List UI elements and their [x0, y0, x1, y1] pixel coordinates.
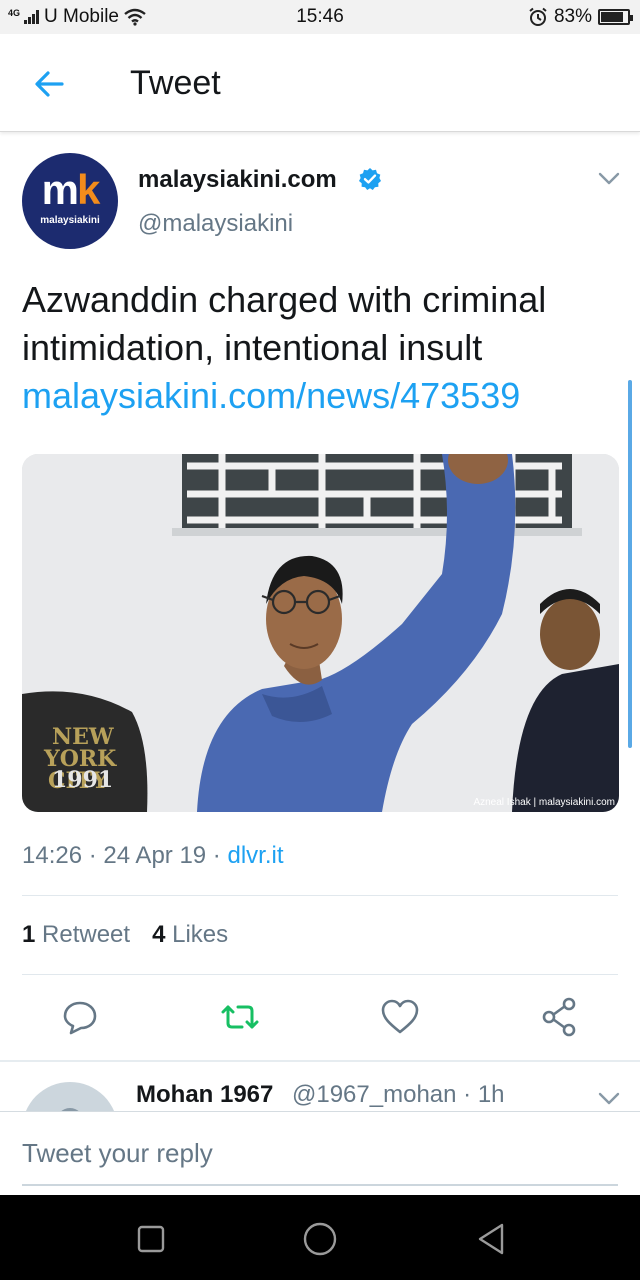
photo-illustration: NEW YORK CITY 1991: [22, 454, 619, 812]
reply-meta: @1967_mohan · 1h: [292, 1081, 505, 1108]
retweet-icon: [221, 1005, 259, 1029]
recents-button[interactable]: [129, 1217, 173, 1261]
tweet-stats: 1 Retweet 4 Likes: [22, 921, 228, 949]
page-title: Tweet: [130, 64, 221, 102]
top-app-bar: Tweet: [0, 34, 640, 132]
share-button[interactable]: [538, 995, 582, 1039]
photo-credit: Azneal Ishak | malaysiakini.com: [473, 797, 615, 808]
reply-composer: Tweet your reply: [0, 1111, 640, 1195]
divider: [22, 895, 618, 896]
tweet-text: Azwanddin charged with criminal intimida…: [22, 279, 547, 368]
retweets-count: 1: [22, 921, 36, 948]
triangle-back-icon: [478, 1223, 504, 1255]
avatar-logo-text: malaysiakini: [40, 215, 100, 226]
author-handle[interactable]: @malaysiakini: [138, 210, 293, 238]
tweet-photo[interactable]: NEW YORK CITY 1991 Azneal Ishak | malays…: [22, 454, 619, 812]
reply-author-name[interactable]: Mohan 1967: [136, 1081, 273, 1109]
scrollbar[interactable]: [628, 380, 632, 748]
battery-percent: 83%: [553, 6, 592, 27]
reply-button[interactable]: [58, 995, 102, 1039]
verified-badge-icon: [359, 168, 381, 190]
system-nav-bar: [0, 1195, 640, 1280]
reply-author-handle[interactable]: @1967_mohan: [292, 1081, 456, 1108]
battery-icon: [598, 9, 633, 25]
input-underline: [22, 1184, 618, 1186]
arrow-left-icon: [35, 71, 64, 97]
tweet-date: 24 Apr 19: [103, 842, 207, 869]
tweet-link[interactable]: malaysiakini.com/news/473539: [22, 372, 520, 420]
tweet-source-link[interactable]: dlvr.it: [227, 842, 283, 869]
retweets-label: Retweet: [42, 921, 131, 948]
avatar-logo: mk: [41, 166, 101, 213]
likes-stat[interactable]: 4 Likes: [152, 921, 228, 949]
alarm-icon: [529, 7, 547, 26]
reply-age: 1h: [477, 1081, 505, 1108]
author-avatar[interactable]: mk malaysiakini: [22, 153, 118, 249]
square-icon: [137, 1225, 165, 1253]
author-name[interactable]: malaysiakini.com: [138, 166, 337, 194]
chevron-down-icon[interactable]: [598, 172, 620, 186]
retweets-stat[interactable]: 1 Retweet: [22, 921, 130, 949]
home-button[interactable]: [298, 1217, 342, 1261]
likes-count: 4: [152, 921, 166, 948]
status-bar: 4G U Mobile 15:46 83%: [0, 0, 640, 34]
share-icon: [542, 997, 576, 1037]
section-divider: [0, 1060, 640, 1062]
tweet-time: 14:26: [22, 842, 83, 869]
chevron-down-icon[interactable]: [598, 1092, 620, 1106]
like-button[interactable]: [378, 995, 422, 1039]
circle-icon: [303, 1222, 337, 1256]
back-nav-button[interactable]: [470, 1217, 514, 1261]
reply-icon: [63, 1001, 97, 1035]
heart-icon: [381, 999, 419, 1034]
divider: [22, 974, 618, 975]
back-button[interactable]: [30, 64, 70, 104]
reply-input[interactable]: Tweet your reply: [22, 1138, 213, 1169]
tweet-actions: [0, 995, 640, 1043]
retweet-button[interactable]: [218, 995, 262, 1039]
shirt-text-4: 1991: [52, 767, 113, 793]
likes-label: Likes: [172, 921, 229, 948]
tweet-timestamp: 14:26 · 24 Apr 19 · dlvr.it: [22, 842, 284, 869]
